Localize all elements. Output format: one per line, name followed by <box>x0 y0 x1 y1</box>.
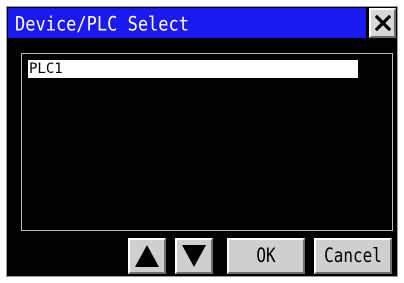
arrow-up-icon <box>135 245 159 267</box>
ok-button[interactable]: OK <box>227 238 305 274</box>
cancel-button-label: Cancel <box>324 244 382 267</box>
device-plc-select-dialog: Device/PLC Select PLC1 OK Cancel <box>6 6 398 277</box>
dialog-title: Device/PLC Select <box>15 13 189 37</box>
ok-button-label: OK <box>256 244 276 267</box>
scroll-up-button[interactable] <box>128 238 166 274</box>
arrow-down-icon <box>182 245 206 267</box>
title-bar: Device/PLC Select <box>8 8 366 38</box>
close-icon <box>374 15 391 31</box>
list-item-plc1[interactable]: PLC1 <box>28 60 358 78</box>
close-button[interactable] <box>369 8 396 38</box>
cancel-button[interactable]: Cancel <box>314 238 392 274</box>
device-list[interactable]: PLC1 <box>21 53 393 231</box>
scroll-down-button[interactable] <box>175 238 213 274</box>
